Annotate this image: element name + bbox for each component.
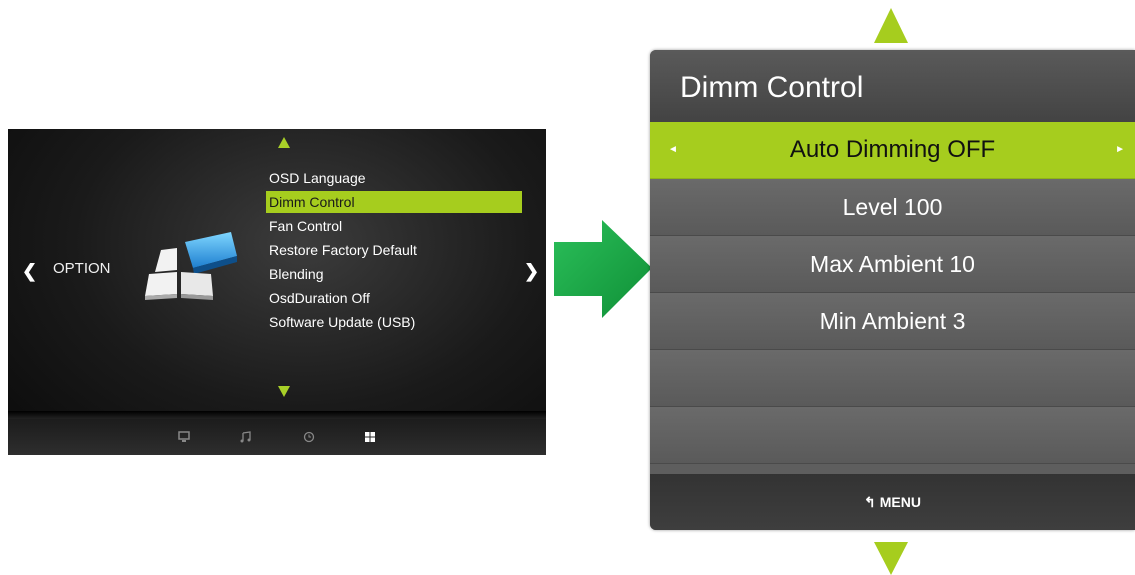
submenu-options-list: ◄ Auto Dimming OFF ► Level 100 Max Ambie… (650, 122, 1135, 464)
option-auto-dimming[interactable]: ◄ Auto Dimming OFF ► (650, 122, 1135, 179)
transition-arrow-icon (554, 220, 652, 318)
empty-option-row (650, 407, 1135, 464)
option-level[interactable]: Level 100 (650, 179, 1135, 236)
option-label: Auto Dimming OFF (789, 136, 996, 163)
section-label: OPTION (53, 260, 111, 277)
menu-item-osd-language[interactable]: OSD Language (266, 166, 522, 190)
menu-item-dimm-control[interactable]: Dimm Control (266, 191, 522, 213)
scroll-up-arrow-icon[interactable] (278, 137, 290, 148)
value-decrease-arrow-icon[interactable]: ◄ (668, 122, 678, 178)
menu-return-button[interactable]: ↰ MENU (650, 474, 1135, 530)
option-label: Max Ambient 10 (810, 251, 975, 277)
value-increase-arrow-icon[interactable]: ► (1115, 122, 1125, 178)
monitor-icon[interactable] (178, 431, 190, 443)
option-menu-panel: ❮ OPTION OSD Language Dimm Control Fan C… (8, 129, 546, 455)
option-category-icon (145, 232, 237, 300)
option-menu-list: OSD Language Dimm Control Fan Control Re… (266, 166, 522, 334)
option-label: Level 100 (842, 194, 943, 220)
empty-option-row (650, 350, 1135, 407)
menu-item-osd-duration[interactable]: OsdDuration Off (266, 286, 522, 310)
next-page-arrow-icon[interactable]: ❯ (524, 261, 539, 282)
scroll-down-arrow-icon[interactable] (278, 386, 290, 397)
dimm-control-submenu: Dimm Control ◄ Auto Dimming OFF ► Level … (650, 50, 1135, 530)
divider (8, 411, 546, 419)
menu-item-restore-factory-default[interactable]: Restore Factory Default (266, 238, 522, 262)
category-tab-bar (8, 419, 546, 455)
music-icon[interactable] (240, 431, 252, 443)
menu-item-blending[interactable]: Blending (266, 262, 522, 286)
option-grid-icon[interactable] (364, 431, 376, 443)
option-label: Min Ambient 3 (819, 308, 966, 334)
option-max-ambient[interactable]: Max Ambient 10 (650, 236, 1135, 293)
menu-item-software-update[interactable]: Software Update (USB) (266, 310, 522, 334)
previous-page-arrow-icon[interactable]: ❮ (22, 261, 37, 282)
menu-item-fan-control[interactable]: Fan Control (266, 214, 522, 238)
submenu-scroll-down-icon[interactable] (874, 542, 908, 575)
clock-icon[interactable] (303, 431, 315, 443)
menu-label: MENU (879, 494, 921, 510)
return-icon: ↰ (864, 494, 876, 510)
option-min-ambient[interactable]: Min Ambient 3 (650, 293, 1135, 350)
submenu-scroll-up-icon[interactable] (874, 8, 908, 43)
submenu-title: Dimm Control (650, 50, 1135, 122)
